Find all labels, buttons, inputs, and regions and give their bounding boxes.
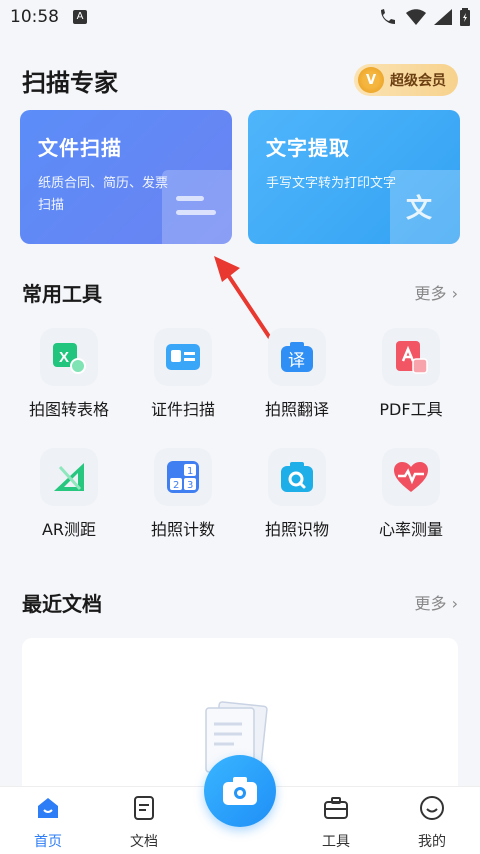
wifi-icon: [406, 9, 426, 25]
tool-object-recognize[interactable]: 拍照识物: [242, 448, 352, 548]
document-scan-subtitle: 纸质合同、简历、发票扫描: [38, 176, 169, 213]
tool-label: 心率测量: [378, 520, 443, 539]
battery-icon: [460, 8, 470, 26]
ar-ruler-icon: [40, 448, 98, 506]
toolbox-icon: [324, 797, 348, 819]
heart-rate-icon: [382, 448, 440, 506]
tool-pdf[interactable]: PDF工具: [356, 328, 466, 428]
vip-crown-icon: V: [358, 67, 384, 93]
tool-label: 拍照识物: [264, 520, 329, 539]
tool-label: PDF工具: [379, 400, 443, 419]
tab-label: 文档: [130, 834, 158, 850]
excel-scan-icon: X: [40, 328, 98, 386]
document-file-icon: [162, 170, 232, 244]
tool-ar-ruler[interactable]: AR测距: [14, 448, 124, 548]
tool-photo-translate[interactable]: 译 拍照翻译: [242, 328, 352, 428]
text-glyph-icon: 文: [390, 170, 460, 244]
svg-text:X: X: [59, 349, 69, 366]
recent-docs-title: 最近文档: [22, 591, 102, 616]
status-icons: [378, 8, 470, 26]
tool-heart-rate[interactable]: 心率测量: [356, 448, 466, 548]
tool-photo-to-table[interactable]: X 拍图转表格: [14, 328, 124, 428]
text-extract-card[interactable]: 文字提取 手写文字转为打印文字 文: [248, 110, 460, 244]
id-card-icon: [154, 328, 212, 386]
tab-label: 工具: [322, 834, 350, 850]
text-extract-subtitle: 手写文字转为打印文字: [266, 176, 397, 191]
tab-label: 首页: [34, 834, 62, 850]
tool-label: 拍照计数: [150, 520, 215, 539]
document-icon: [134, 796, 154, 820]
status-bar: 10:58 A: [0, 0, 480, 34]
tab-documents[interactable]: 文档: [114, 795, 174, 851]
camera-icon: [223, 777, 257, 805]
signal-icon: [434, 9, 452, 25]
vip-label: 超级会员: [390, 73, 446, 89]
page-title: 扫描专家: [22, 68, 118, 97]
tool-label: AR测距: [41, 520, 97, 539]
tool-photo-count[interactable]: 123 拍照计数: [128, 448, 238, 548]
status-time: 10:58: [10, 7, 59, 27]
tools-more-link[interactable]: 更多 ›: [415, 280, 459, 304]
profile-icon: [420, 796, 444, 820]
translate-icon: 译: [268, 328, 326, 386]
recent-docs-header: 最近文档 更多 ›: [0, 582, 480, 622]
tools-section-title: 常用工具: [22, 281, 102, 306]
tool-label: 拍照翻译: [264, 400, 329, 419]
tool-label: 证件扫描: [150, 400, 215, 419]
tab-label: 我的: [418, 834, 446, 850]
home-icon: [38, 798, 58, 818]
camera-capture-button[interactable]: [204, 755, 276, 827]
svg-text:译: 译: [288, 351, 305, 371]
tab-home[interactable]: 首页: [18, 795, 78, 851]
object-recognize-icon: [268, 448, 326, 506]
notification-badge-icon: A: [73, 10, 87, 24]
document-scan-card[interactable]: 文件扫描 纸质合同、简历、发票扫描: [20, 110, 232, 244]
super-vip-button[interactable]: V 超级会员: [354, 64, 458, 96]
pdf-icon: [382, 328, 440, 386]
tools-section-header: 常用工具 更多 ›: [0, 272, 480, 312]
call-wifi-icon: [381, 9, 395, 24]
tool-label: 拍图转表格: [28, 400, 109, 419]
text-extract-title: 文字提取: [266, 136, 350, 160]
svg-text:3: 3: [187, 480, 193, 491]
tab-tools[interactable]: 工具: [306, 795, 366, 851]
recent-docs-more-link[interactable]: 更多 ›: [415, 590, 459, 614]
count-icon: 123: [154, 448, 212, 506]
tool-id-scan[interactable]: 证件扫描: [128, 328, 238, 428]
svg-text:2: 2: [173, 480, 179, 491]
app-header: 扫描专家 V 超级会员: [0, 56, 480, 104]
document-scan-title: 文件扫描: [38, 136, 122, 160]
svg-text:1: 1: [187, 466, 193, 477]
tab-profile[interactable]: 我的: [402, 795, 462, 851]
